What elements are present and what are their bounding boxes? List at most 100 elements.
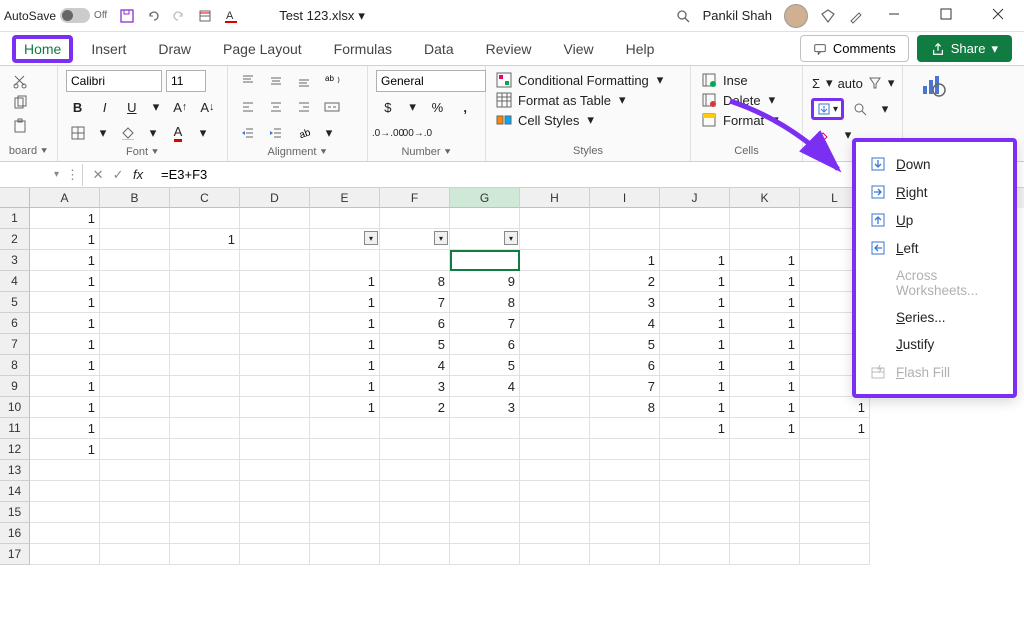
cell[interactable] — [100, 229, 170, 250]
cell[interactable] — [660, 502, 730, 523]
cell[interactable] — [520, 292, 590, 313]
cell[interactable]: 1 — [660, 313, 730, 334]
cell[interactable] — [100, 418, 170, 439]
cell[interactable]: 1 — [30, 418, 100, 439]
wrap-text-icon[interactable]: ab — [320, 70, 344, 92]
cell[interactable]: 1 — [730, 418, 800, 439]
cell[interactable] — [240, 376, 310, 397]
cell[interactable] — [660, 460, 730, 481]
cell[interactable] — [520, 481, 590, 502]
cell[interactable]: 1 — [730, 334, 800, 355]
decrease-indent-icon[interactable] — [236, 122, 260, 144]
delete-cells-button[interactable]: Delete▾ — [699, 90, 794, 110]
toggle-icon[interactable] — [60, 8, 90, 23]
cell[interactable] — [170, 292, 240, 313]
tab-home[interactable]: Home — [12, 35, 73, 63]
cell[interactable] — [100, 481, 170, 502]
cell[interactable] — [730, 481, 800, 502]
cell[interactable] — [730, 544, 800, 565]
row-header[interactable]: 17 — [0, 544, 30, 565]
cell[interactable]: 1 — [30, 397, 100, 418]
cell[interactable] — [100, 208, 170, 229]
cell[interactable]: 3 — [450, 397, 520, 418]
cell[interactable] — [240, 544, 310, 565]
row-header[interactable]: 15 — [0, 502, 30, 523]
decrease-font-icon[interactable]: A↓ — [196, 96, 219, 118]
cell[interactable] — [450, 208, 520, 229]
cell[interactable] — [170, 271, 240, 292]
cell[interactable]: 8 — [590, 397, 660, 418]
dialog-launcher-icon[interactable]: ⯆ — [40, 146, 48, 157]
cell[interactable] — [520, 376, 590, 397]
align-bottom-icon[interactable] — [292, 70, 316, 92]
cell[interactable]: 1 — [30, 208, 100, 229]
column-header[interactable]: G — [450, 188, 520, 208]
cell[interactable]: 2 — [590, 271, 660, 292]
close-button[interactable] — [980, 2, 1020, 30]
cell[interactable]: 1 — [30, 439, 100, 460]
cell[interactable]: 1 — [660, 271, 730, 292]
cell[interactable] — [100, 439, 170, 460]
tab-view[interactable]: View — [550, 33, 608, 65]
minimize-button[interactable] — [876, 2, 916, 30]
cell[interactable] — [240, 481, 310, 502]
cell[interactable] — [240, 208, 310, 229]
fill-series-item[interactable]: Series... — [856, 304, 1013, 331]
cell[interactable]: 1 — [310, 334, 380, 355]
diamond-icon[interactable] — [820, 7, 836, 24]
fill-color-icon[interactable] — [116, 122, 140, 144]
row-header[interactable]: 2 — [0, 229, 30, 250]
comments-button[interactable]: Comments — [800, 35, 909, 62]
copy-icon[interactable] — [8, 92, 32, 114]
cell[interactable] — [800, 502, 870, 523]
fill-button[interactable]: ▾ — [811, 98, 844, 120]
cell[interactable]: 4 — [450, 376, 520, 397]
cell-styles-button[interactable]: Cell Styles▾ — [494, 110, 682, 130]
cell[interactable] — [240, 271, 310, 292]
cell[interactable] — [170, 355, 240, 376]
cell[interactable]: 1 — [660, 376, 730, 397]
cell[interactable]: 1 — [800, 397, 870, 418]
cell[interactable] — [380, 481, 450, 502]
analyze-icon[interactable] — [919, 70, 947, 98]
cell[interactable] — [170, 502, 240, 523]
enter-formula-icon[interactable]: ✓ — [109, 164, 127, 186]
tab-insert[interactable]: Insert — [77, 33, 140, 65]
cell[interactable] — [310, 544, 380, 565]
insert-cells-button[interactable]: Inse — [699, 70, 794, 90]
cell[interactable] — [520, 439, 590, 460]
cell[interactable]: 6 — [590, 355, 660, 376]
redo-icon[interactable] — [171, 7, 187, 24]
font-color-icon[interactable]: A — [223, 7, 239, 24]
cell[interactable] — [520, 334, 590, 355]
cell[interactable] — [450, 544, 520, 565]
row-header[interactable]: 8 — [0, 355, 30, 376]
cell[interactable] — [590, 439, 660, 460]
font-color-icon[interactable]: A — [166, 122, 190, 144]
cell[interactable] — [310, 460, 380, 481]
cell[interactable]: 1 — [30, 250, 100, 271]
cell[interactable]: 2 — [380, 397, 450, 418]
cell[interactable]: 1 — [730, 271, 800, 292]
cell[interactable]: 5 — [380, 334, 450, 355]
cell[interactable]: 7 — [380, 292, 450, 313]
increase-font-icon[interactable]: A↑ — [169, 96, 192, 118]
fx-icon[interactable]: fx — [129, 164, 147, 186]
cell[interactable]: 1 — [310, 397, 380, 418]
cell[interactable]: 1 — [310, 355, 380, 376]
chevron-down-icon[interactable]: ▾ — [50, 169, 63, 180]
cell[interactable] — [450, 481, 520, 502]
cell[interactable] — [170, 250, 240, 271]
cell[interactable] — [100, 523, 170, 544]
cell[interactable]: 7 — [590, 376, 660, 397]
cell[interactable]: 1 — [730, 355, 800, 376]
column-header[interactable]: D — [240, 188, 310, 208]
cell[interactable] — [730, 208, 800, 229]
dialog-launcher-icon[interactable]: ⯆ — [319, 147, 327, 158]
cell[interactable] — [520, 544, 590, 565]
cell[interactable] — [310, 523, 380, 544]
cell[interactable] — [520, 460, 590, 481]
cell[interactable] — [30, 544, 100, 565]
cell[interactable] — [380, 208, 450, 229]
cell[interactable] — [240, 250, 310, 271]
